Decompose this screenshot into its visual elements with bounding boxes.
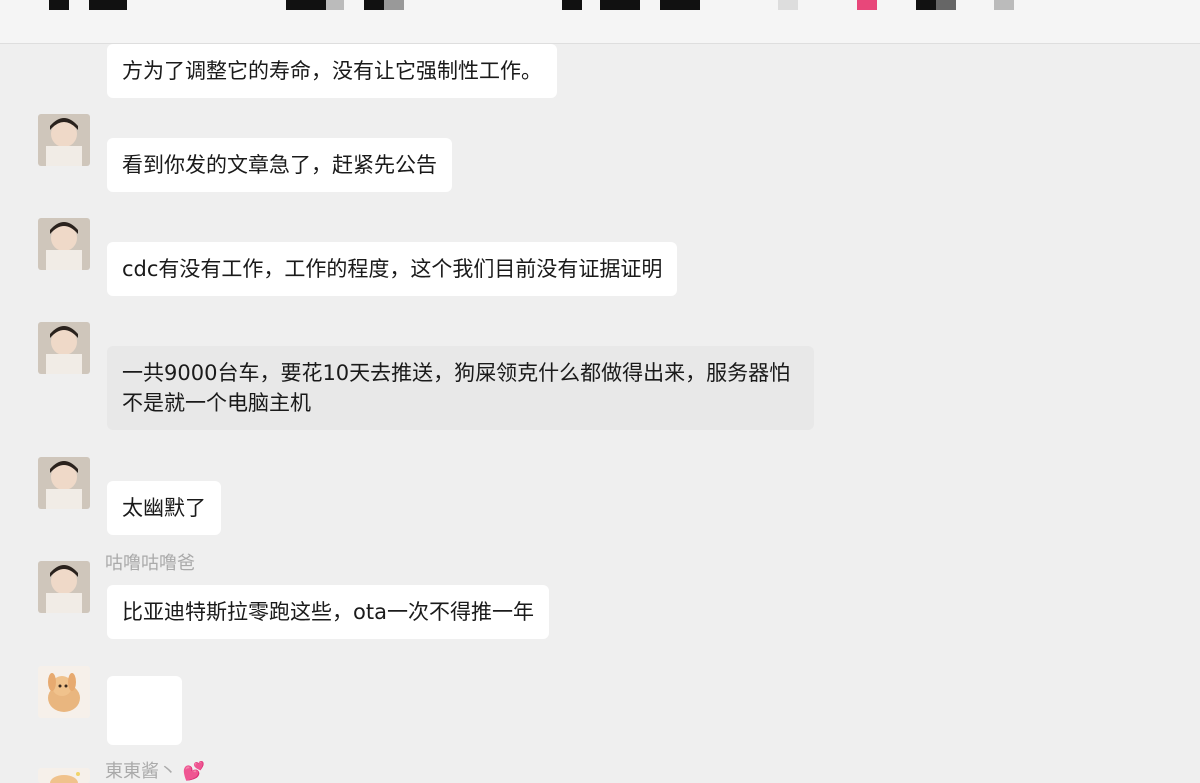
message-bubble[interactable]: 比亚迪特斯拉零跑这些，ota一次不得推一年: [107, 585, 549, 639]
message-bubble[interactable]: 方为了调整它的寿命，没有让它强制性工作。: [107, 44, 557, 98]
redacted-block: [364, 0, 384, 10]
message-bubble[interactable]: 太幽默了: [107, 481, 221, 535]
redacted-block: [286, 0, 326, 10]
sender-name: 咕噜咕噜爸: [105, 553, 195, 574]
message-text: 看到你发的文章急了，赶紧先公告: [122, 153, 437, 177]
redacted-block: [600, 0, 640, 10]
redacted-block: [916, 0, 936, 10]
message-bubble[interactable]: 一共9000台车，要花10天去推送，狗屎领克什么都做得出来，服务器怕不是就一个电…: [107, 346, 814, 430]
avatar[interactable]: [38, 561, 90, 613]
redacted-block: [857, 0, 877, 10]
message-text: 比亚迪特斯拉零跑这些，ota一次不得推一年: [122, 600, 534, 624]
redacted-block: [994, 0, 1014, 10]
avatar[interactable]: [38, 114, 90, 166]
redacted-block: [89, 0, 127, 10]
redacted-block: [326, 0, 344, 10]
message-text: 方为了调整它的寿命，没有让它强制性工作。: [122, 59, 542, 83]
redacted-block: [384, 0, 404, 10]
message-bubble[interactable]: cdc有没有工作，工作的程度，这个我们目前没有证据证明: [107, 242, 678, 296]
redacted-block: [778, 0, 798, 10]
avatar[interactable]: [38, 457, 90, 509]
avatar[interactable]: [38, 322, 90, 374]
redacted-block: [660, 0, 700, 10]
avatar[interactable]: [38, 218, 90, 270]
avatar[interactable]: [38, 666, 90, 718]
redacted-block: [936, 0, 956, 10]
message-text: 一共9000台车，要花10天去推送，狗屎领克什么都做得出来，服务器怕不是就一个电…: [122, 361, 791, 415]
message-text: 太幽默了: [122, 496, 206, 520]
sender-name: 東東酱丶 💕: [105, 761, 205, 783]
message-text: cdc有没有工作，工作的程度，这个我们目前没有证据证明: [122, 257, 663, 281]
redacted-block: [562, 0, 582, 10]
window-title-bar: [0, 0, 1200, 44]
heart-icon: 💕: [182, 761, 206, 782]
avatar[interactable]: [38, 768, 90, 783]
message-bubble[interactable]: [107, 676, 182, 745]
message-bubble[interactable]: 看到你发的文章急了，赶紧先公告: [107, 138, 452, 192]
redacted-block: [49, 0, 69, 10]
chat-message-list[interactable]: 方为了调整它的寿命，没有让它强制性工作。 看到你发的文章急了，赶紧先公告 cdc…: [0, 44, 1200, 783]
sender-name-text: 東東酱丶: [105, 761, 177, 782]
